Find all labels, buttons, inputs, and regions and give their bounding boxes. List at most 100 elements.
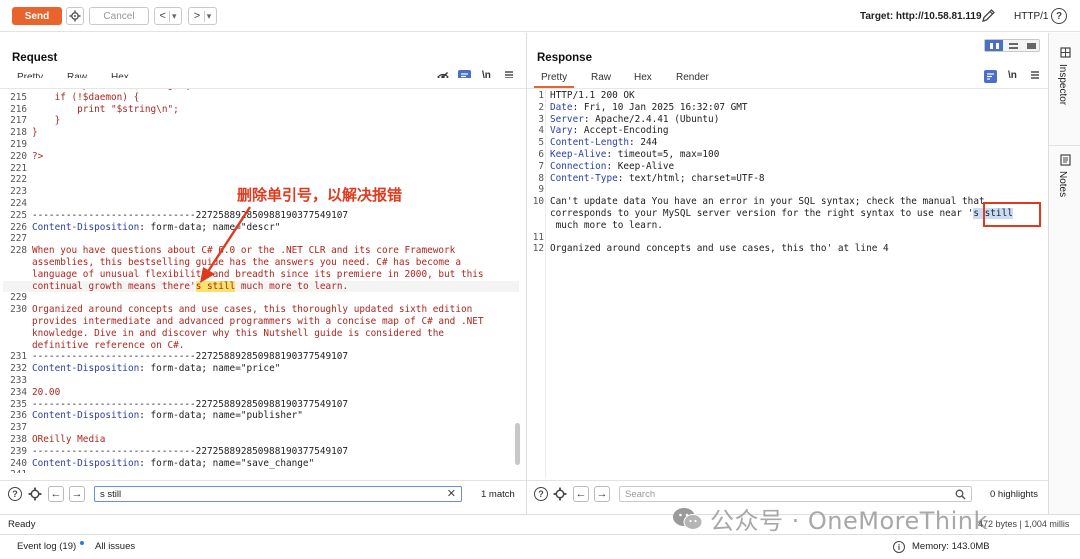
response-body-line: much more to learn. (550, 220, 663, 232)
header-key: Date (550, 101, 573, 113)
wechat-icon (672, 504, 704, 534)
line-number: 4 (538, 125, 544, 137)
settings-button[interactable] (66, 7, 84, 25)
target-label[interactable]: Target: http://10.58.81.119 (860, 11, 982, 22)
forward-button[interactable]: > ▾ (188, 7, 217, 25)
header-key: Content-Disposition (32, 221, 140, 233)
forward-dropdown[interactable]: ▾ (203, 10, 211, 22)
top-toolbar: Send Cancel < ▾ > ▾ Target: http://10.58… (0, 0, 1080, 32)
line-number: 238 (10, 434, 27, 445)
gear-icon (69, 10, 81, 22)
header-value: timeout=5, max=100 (612, 149, 720, 160)
response-tabs-line (527, 88, 1048, 89)
http-version-label[interactable]: HTTP/1 (1014, 11, 1048, 22)
gear-icon[interactable] (28, 487, 42, 501)
code-segment: much more to learn. (550, 219, 663, 231)
request-tabs-line (0, 88, 526, 89)
event-log-button[interactable]: Event log (19) (17, 541, 84, 552)
line-number: 236 (10, 410, 27, 422)
response-header-line: Date: Fri, 10 Jan 2025 16:32:07 GMT (550, 102, 748, 114)
tab-pretty[interactable]: Pretty (541, 72, 567, 83)
code-line: print "$string\n"; (32, 103, 179, 115)
line-number: 7 (538, 160, 544, 172)
notes-label: Notes (1057, 171, 1068, 198)
chevron-left-icon[interactable]: ← (48, 486, 64, 502)
search-icon[interactable] (955, 489, 966, 500)
back-button[interactable]: < ▾ (154, 7, 182, 25)
response-search-input[interactable]: Search (619, 486, 972, 502)
request-title: Request (12, 52, 58, 64)
tab-render[interactable]: Render (676, 72, 709, 83)
status-ready: Ready (8, 519, 36, 530)
line-number: 237 (10, 422, 27, 434)
gear-icon[interactable] (553, 487, 567, 501)
line-number: 231 (10, 351, 27, 363)
line-number: 222 (10, 174, 27, 186)
help-icon[interactable]: ? (1051, 8, 1067, 24)
request-search-input[interactable]: s still ✕ (94, 486, 462, 502)
header-key: Connection (550, 160, 607, 172)
tab-hex[interactable]: Hex (634, 72, 652, 83)
request-editor[interactable]: 2142152162172182192202212222232242252262… (3, 80, 521, 473)
layout-side-by-side-button[interactable] (985, 40, 1003, 51)
layout-stacked-button[interactable] (1004, 40, 1022, 51)
chevron-left-icon[interactable]: ← (573, 486, 589, 502)
response-header-line: Vary: Accept-Encoding (550, 125, 669, 137)
cancel-button[interactable]: Cancel (89, 7, 149, 25)
request-search-count: 1 match (481, 489, 515, 500)
response-editor[interactable]: 1 2 3 4 5 6 7 8 9 10 11 12 HTTP/1.1 200 OK Date: Fri… (530, 90, 1042, 475)
close-icon[interactable]: ✕ (447, 487, 456, 500)
annotation-text: 删除单引号，以解决报错 (237, 186, 403, 204)
inspector-tab[interactable]: Inspector (1049, 33, 1080, 133)
code-line: 20.00 (32, 386, 61, 398)
request-search-bar: ? ← → s still ✕ 1 match (0, 480, 526, 506)
event-log-dot (79, 541, 84, 545)
chevron-right-icon[interactable]: → (594, 486, 610, 502)
line-number: 6 (538, 149, 544, 160)
layout-tabs-button[interactable] (1023, 40, 1040, 51)
help-icon[interactable]: ? (8, 487, 22, 501)
annotation-arrow (200, 206, 252, 283)
request-panel: Request Pretty Raw Hex \n 21421521621721… (0, 33, 527, 515)
pencil-icon[interactable] (981, 8, 996, 23)
line-number: 229 (10, 292, 27, 304)
memory-label: Memory: 143.0MB (912, 541, 990, 552)
request-search-value: s still (100, 489, 122, 500)
menu-icon[interactable] (1030, 70, 1040, 80)
all-issues-button[interactable]: All issues (95, 541, 135, 552)
line-number: 219 (10, 139, 27, 150)
tab-raw[interactable]: Raw (591, 72, 611, 83)
inspector-label: Inspector (1057, 64, 1068, 106)
back-dropdown[interactable]: ▾ (168, 10, 176, 22)
response-body-line: corresponds to your MySQL server version… (550, 208, 1013, 220)
header-key: Server (550, 113, 584, 125)
response-header-line: Content-Type: text/html; charset=UTF-8 (550, 173, 765, 185)
line-number: 1 (538, 90, 544, 101)
request-scrollbar[interactable] (515, 423, 520, 465)
line-number: 2 (538, 101, 544, 113)
code-line: -----------------------------22725889285… (32, 398, 349, 410)
help-icon[interactable]: ? (534, 487, 548, 501)
newline-icon[interactable]: \n (1008, 70, 1017, 81)
response-header-line: Connection: Keep-Alive (550, 161, 674, 173)
code-line: definitive reference on C#. (32, 339, 185, 351)
code-segment: continual growth means there (32, 280, 191, 292)
chevron-right-icon[interactable]: → (69, 486, 85, 502)
line-number: 220 (10, 150, 27, 162)
response-title: Response (537, 52, 592, 64)
header-key: Content-Length (550, 137, 630, 149)
header-value: : form-data; name="save_change" (139, 457, 315, 469)
code-line: Content-Disposition: form-data; name="pu… (32, 410, 303, 422)
burp-repeater-window: Send Cancel < ▾ > ▾ Target: http://10.58… (0, 0, 1080, 559)
header-key: Content-Type (550, 172, 618, 184)
send-button[interactable]: Send (12, 7, 62, 25)
line-number: 5 (538, 137, 544, 149)
wrap-icon[interactable] (984, 70, 997, 83)
notes-tab[interactable]: Notes (1049, 145, 1080, 235)
header-value: 244 (634, 137, 658, 149)
line-number: 234 (10, 386, 27, 398)
header-key: Content-Disposition (32, 363, 140, 375)
line-number: 12 (532, 243, 544, 255)
code-line: ?> (32, 150, 44, 162)
header-value: Apache/2.4.41 (Ubuntu) (589, 113, 720, 125)
